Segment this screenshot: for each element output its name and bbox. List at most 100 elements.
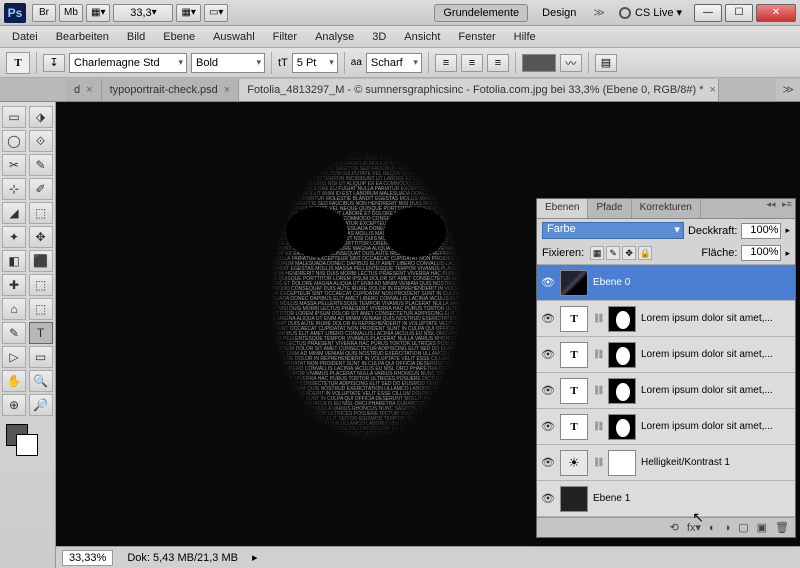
menu-analyse[interactable]: Analyse: [315, 31, 354, 43]
close-icon[interactable]: ×: [710, 84, 716, 96]
tool-3[interactable]: ⟐: [29, 130, 53, 152]
document-tab-3[interactable]: Fotolia_4813297_M - © sumnersgraphicsinc…: [239, 79, 719, 101]
bridge-button[interactable]: Br: [32, 4, 56, 22]
tab-korrekturen[interactable]: Korrekturen: [632, 199, 701, 218]
layer-row[interactable]: 👁T⛓Lorem ipsum dolor sit amet,...: [537, 301, 795, 337]
workspace-more-icon[interactable]: ≫: [593, 6, 605, 19]
menu-3d[interactable]: 3D: [372, 31, 386, 43]
tool-0[interactable]: ▭: [2, 106, 26, 128]
visibility-eye-icon[interactable]: 👁: [541, 456, 555, 470]
tab-overflow-button[interactable]: ≫: [776, 79, 800, 101]
font-weight-dropdown[interactable]: Bold: [191, 53, 265, 73]
view-extras-button[interactable]: ▦▾: [86, 4, 110, 22]
cs-live-button[interactable]: CS Live▾: [619, 6, 682, 19]
chevron-right-icon[interactable]: ▸: [785, 248, 790, 259]
new-layer-icon[interactable]: ▣: [757, 521, 767, 534]
text-orientation-button[interactable]: ↧: [43, 54, 65, 72]
tool-16[interactable]: ⌂: [2, 298, 26, 320]
antialias-dropdown[interactable]: Scharf: [366, 53, 422, 73]
close-button[interactable]: ✕: [756, 4, 796, 22]
tool-10[interactable]: ✦: [2, 226, 26, 248]
adjustment-layer-icon[interactable]: ◑: [724, 522, 731, 534]
tool-13[interactable]: ⬛: [29, 250, 53, 272]
close-icon[interactable]: ×: [86, 84, 92, 96]
visibility-eye-icon[interactable]: 👁: [541, 312, 555, 326]
workspace-grundelemente[interactable]: Grundelemente: [434, 4, 528, 22]
warp-text-button[interactable]: 〰: [560, 54, 582, 72]
tool-15[interactable]: ⬚: [29, 274, 53, 296]
menu-hilfe[interactable]: Hilfe: [514, 31, 536, 43]
lock-pixels-icon[interactable]: ✎: [606, 246, 620, 260]
font-family-dropdown[interactable]: Charlemagne Std: [69, 53, 187, 73]
zoom-level-field[interactable]: 33,3 ▾: [113, 4, 173, 22]
layer-row[interactable]: 👁T⛓Lorem ipsum dolor sit amet,...: [537, 373, 795, 409]
tool-12[interactable]: ◧: [2, 250, 26, 272]
align-right-button[interactable]: ≡: [487, 54, 509, 72]
close-icon[interactable]: ×: [224, 84, 230, 96]
status-zoom[interactable]: 33,33%: [62, 550, 113, 566]
visibility-eye-icon[interactable]: 👁: [541, 384, 555, 398]
panel-collapse-icon[interactable]: ◂◂: [763, 199, 779, 218]
current-tool-icon[interactable]: T: [6, 52, 30, 74]
arrange-documents-button[interactable]: ▦▾: [176, 4, 200, 22]
panel-menu-icon[interactable]: ▸≡: [779, 199, 795, 218]
menu-filter[interactable]: Filter: [273, 31, 297, 43]
tool-9[interactable]: ⬚: [29, 202, 53, 224]
tool-19[interactable]: T: [29, 322, 53, 344]
layer-mask-icon[interactable]: ◐: [709, 522, 716, 534]
tool-17[interactable]: ⬚: [29, 298, 53, 320]
menu-fenster[interactable]: Fenster: [458, 31, 495, 43]
align-center-button[interactable]: ≡: [461, 54, 483, 72]
visibility-eye-icon[interactable]: 👁: [541, 492, 555, 506]
fill-field[interactable]: 100%: [741, 245, 781, 261]
visibility-eye-icon[interactable]: 👁: [541, 420, 555, 434]
tool-21[interactable]: ▭: [29, 346, 53, 368]
layer-row[interactable]: 👁T⛓Lorem ipsum dolor sit amet,...: [537, 409, 795, 445]
workspace-design[interactable]: Design: [534, 5, 584, 21]
tool-1[interactable]: ⬗: [29, 106, 53, 128]
lock-transparency-icon[interactable]: ▦: [590, 246, 604, 260]
tab-pfade[interactable]: Pfade: [588, 199, 631, 218]
menu-datei[interactable]: Datei: [12, 31, 38, 43]
visibility-eye-icon[interactable]: 👁: [541, 276, 555, 290]
lock-position-icon[interactable]: ✥: [622, 246, 636, 260]
background-color[interactable]: [16, 434, 38, 456]
menu-ebene[interactable]: Ebene: [163, 31, 195, 43]
trash-icon[interactable]: 🗑: [775, 521, 789, 534]
layer-row[interactable]: 👁Ebene 0: [537, 265, 795, 301]
tab-ebenen[interactable]: Ebenen: [537, 199, 588, 218]
layer-row[interactable]: 👁T⛓Lorem ipsum dolor sit amet,...: [537, 337, 795, 373]
minimize-button[interactable]: —: [694, 4, 722, 22]
layer-group-icon[interactable]: ▢: [738, 521, 748, 534]
font-size-dropdown[interactable]: 5 Pt: [292, 53, 338, 73]
tool-18[interactable]: ✎: [2, 322, 26, 344]
color-swatches[interactable]: [2, 424, 53, 460]
opacity-field[interactable]: 100%: [741, 223, 781, 239]
tool-8[interactable]: ◢: [2, 202, 26, 224]
chevron-right-icon[interactable]: ▸: [252, 551, 258, 564]
menu-bearbeiten[interactable]: Bearbeiten: [56, 31, 109, 43]
tool-4[interactable]: ✂: [2, 154, 26, 176]
lock-all-icon[interactable]: 🔒: [638, 246, 652, 260]
blend-mode-dropdown[interactable]: Farbe: [542, 222, 684, 239]
character-panel-button[interactable]: ▤: [595, 54, 617, 72]
tool-7[interactable]: ✐: [29, 178, 53, 200]
menu-auswahl[interactable]: Auswahl: [213, 31, 255, 43]
align-left-button[interactable]: ≡: [435, 54, 457, 72]
layer-row[interactable]: 👁Ebene 1: [537, 481, 795, 517]
tool-11[interactable]: ✥: [29, 226, 53, 248]
text-color-swatch[interactable]: [522, 54, 556, 72]
link-layers-icon[interactable]: ⟲: [670, 521, 679, 534]
tool-24[interactable]: ⊕: [2, 394, 26, 416]
tool-23[interactable]: 🔍: [29, 370, 53, 392]
layer-row[interactable]: 👁☀⛓Helligkeit/Kontrast 1: [537, 445, 795, 481]
maximize-button[interactable]: ☐: [725, 4, 753, 22]
tool-25[interactable]: 🔎: [29, 394, 53, 416]
tool-6[interactable]: ⊹: [2, 178, 26, 200]
tool-22[interactable]: ✋: [2, 370, 26, 392]
tool-14[interactable]: ✚: [2, 274, 26, 296]
visibility-eye-icon[interactable]: 👁: [541, 348, 555, 362]
chevron-right-icon[interactable]: ▸: [785, 225, 790, 236]
screen-mode-button[interactable]: ▭▾: [204, 4, 228, 22]
document-tab-1[interactable]: d×: [66, 79, 102, 101]
